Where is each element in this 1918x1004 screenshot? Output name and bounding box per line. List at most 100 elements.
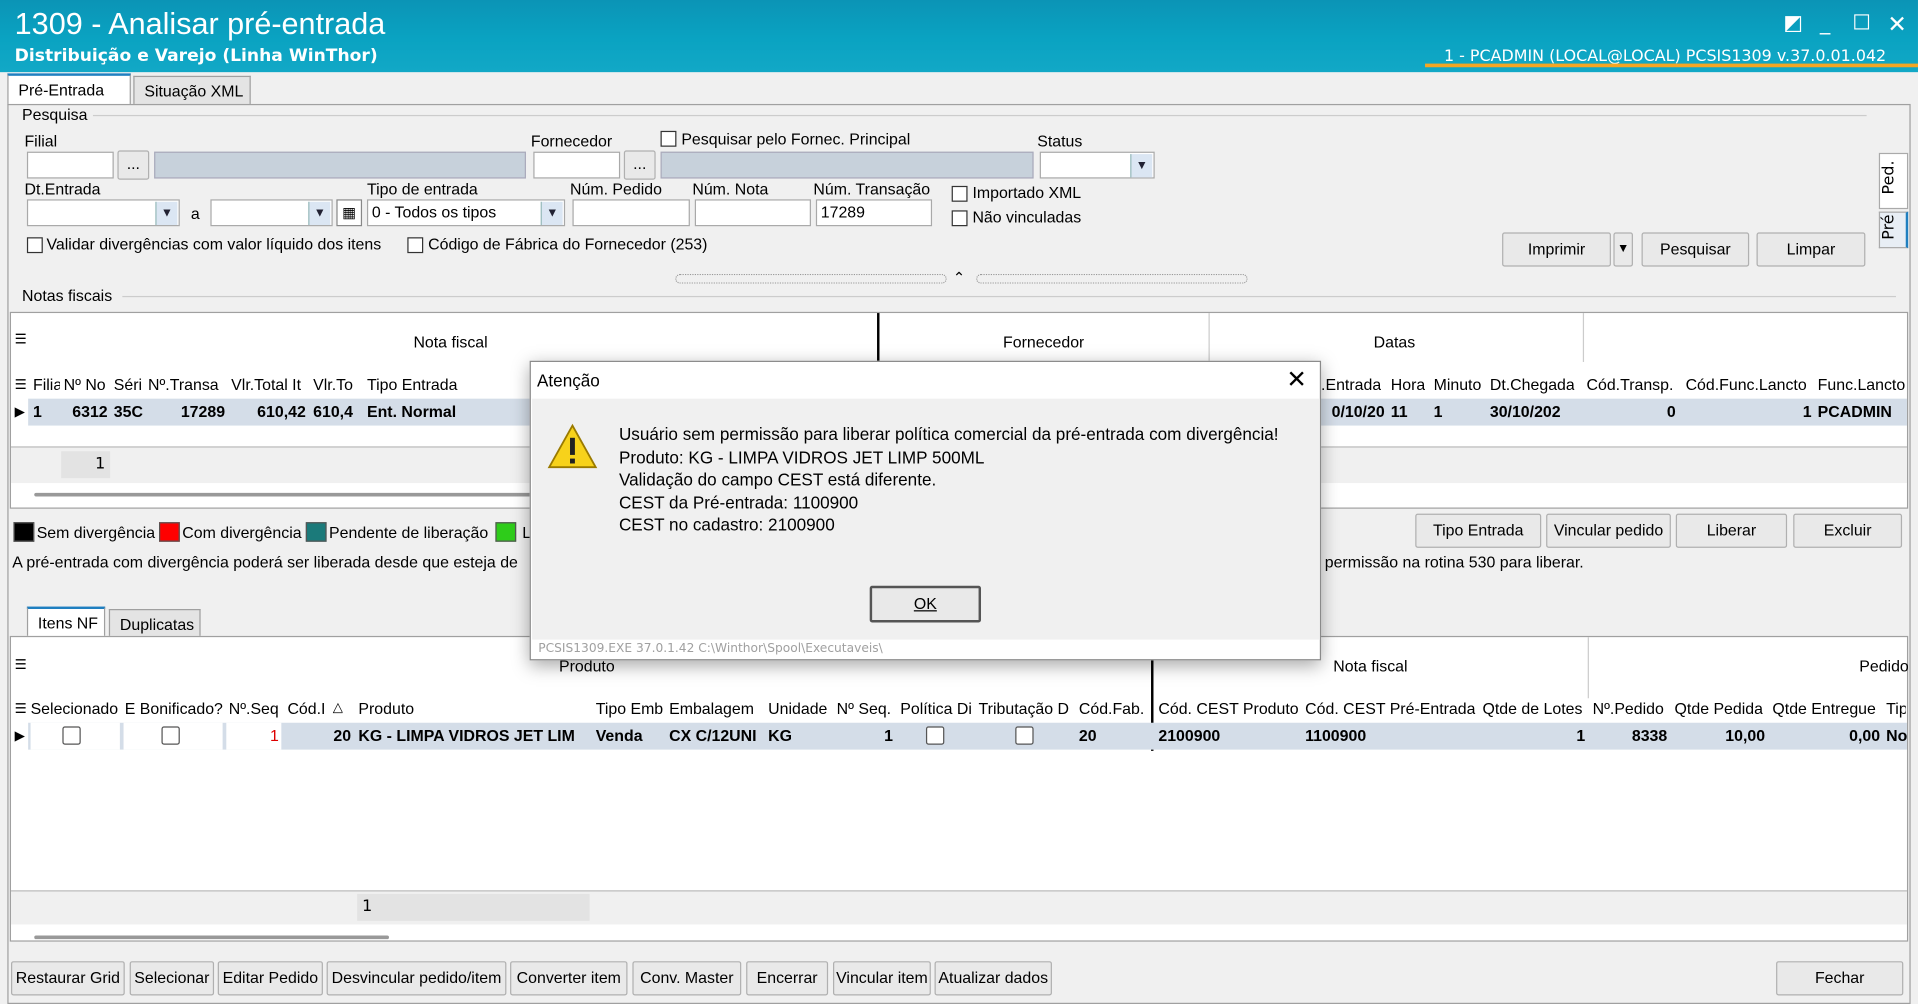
politica-checkbox[interactable] — [925, 726, 945, 745]
fornecedor-lookup-button[interactable]: ... — [623, 150, 656, 180]
col-header[interactable]: Unidade — [768, 699, 827, 717]
restore-layout-icon[interactable]: ◩ — [1780, 11, 1807, 35]
dialog-close-icon[interactable]: ✕ — [1282, 364, 1311, 393]
col-header[interactable]: Cód.Func.Lancto — [1686, 375, 1807, 393]
num-pedido-input[interactable] — [572, 199, 690, 227]
collapse-up-icon[interactable]: ⌃ — [953, 269, 965, 286]
horizontal-scrollbar[interactable] — [34, 492, 536, 497]
tab-pre-entrada[interactable]: Pré-Entrada — [7, 73, 131, 106]
excluir-button[interactable]: Excluir — [1793, 513, 1903, 548]
col-header[interactable]: Nº.Seq — [229, 699, 279, 717]
minimize-icon[interactable]: _ — [1812, 11, 1839, 35]
col-header[interactable]: Produto — [358, 699, 414, 717]
col-header[interactable]: Dt.Chegada — [1490, 375, 1575, 393]
grid-options-icon[interactable]: ☰ — [15, 331, 27, 348]
pesquisar-button[interactable]: Pesquisar — [1641, 232, 1750, 267]
nao-vinculadas-checkbox[interactable] — [951, 210, 968, 227]
col-header[interactable]: Tributação D — [979, 699, 1072, 717]
filial-lookup-button[interactable]: ... — [117, 150, 150, 180]
col-header[interactable]: .Entrada — [1321, 375, 1381, 393]
col-header[interactable]: Tip — [1886, 699, 1906, 717]
col-header[interactable]: Nº.Transa — [148, 375, 226, 393]
converter-item-button[interactable]: Converter item — [510, 961, 628, 996]
tipo-entrada-select[interactable]: 0 - Todos os tipos ▼ — [366, 199, 566, 227]
col-header[interactable]: Cód.Transp. — [1586, 375, 1673, 393]
chevron-down-icon[interactable]: ▼ — [540, 201, 563, 226]
grid-options-icon[interactable]: ☰ — [15, 657, 27, 673]
status-select[interactable]: ▼ — [1039, 151, 1155, 179]
close-icon[interactable]: ✕ — [1884, 11, 1911, 38]
editar-pedido-button[interactable]: Editar Pedido — [217, 961, 323, 996]
dt-entrada-to[interactable]: ▼ — [210, 199, 333, 227]
cell: 0 — [1666, 402, 1676, 421]
validar-div-checkbox[interactable] — [26, 237, 43, 254]
splitter-left[interactable] — [675, 273, 947, 284]
fornec-principal-checkbox[interactable] — [660, 130, 677, 147]
cod-fabrica-checkbox[interactable] — [407, 237, 424, 254]
horizontal-scrollbar[interactable] — [34, 935, 389, 940]
col-header[interactable]: Nº Seq. — [837, 699, 891, 717]
col-header[interactable]: Vlr.To — [313, 375, 361, 393]
grid-options-icon[interactable]: ☰ — [15, 701, 27, 717]
col-header[interactable]: Cód. CEST Pré-Entrada — [1305, 699, 1475, 717]
col-header[interactable]: Cód.Fab. — [1079, 699, 1144, 717]
side-tab-pre[interactable]: Pré — [1878, 211, 1909, 249]
fechar-button[interactable]: Fechar — [1776, 961, 1904, 996]
tipo-entrada-button[interactable]: Tipo Entrada — [1415, 513, 1542, 548]
col-header[interactable]: Minuto — [1434, 375, 1482, 393]
desvincular-pedido-button[interactable]: Desvincular pedido/item — [326, 961, 507, 996]
col-header[interactable]: Política Di — [900, 699, 971, 717]
col-header[interactable]: Tipo Emb — [596, 699, 663, 717]
col-header[interactable]: E Bonificado? — [125, 699, 223, 717]
selecionado-checkbox[interactable] — [62, 726, 81, 745]
col-header[interactable]: Qtde Pedida — [1675, 699, 1763, 717]
num-nota-input[interactable] — [694, 199, 811, 227]
col-header[interactable]: Filia — [33, 375, 60, 393]
col-header[interactable]: Nº.Pedido — [1593, 699, 1664, 717]
side-tab-ped[interactable]: Ped. — [1878, 152, 1909, 210]
ok-button[interactable]: OK — [869, 585, 982, 623]
chevron-down-icon[interactable]: ▼ — [308, 201, 331, 226]
chevron-down-icon[interactable]: ▼ — [1130, 154, 1153, 178]
liberar-button[interactable]: Liberar — [1675, 513, 1788, 548]
num-transacao-input[interactable]: 17289 — [815, 199, 933, 227]
col-header[interactable]: Selecionado — [31, 699, 119, 717]
limpar-button[interactable]: Limpar — [1756, 232, 1866, 267]
group-separator — [877, 313, 880, 362]
encerrar-button[interactable]: Encerrar — [746, 961, 829, 996]
col-header[interactable]: Hora — [1391, 375, 1425, 393]
bonificado-checkbox[interactable] — [161, 726, 180, 745]
tab-itens-nf[interactable]: Itens NF — [26, 606, 106, 636]
col-header[interactable]: Qtde Entregue — [1772, 699, 1875, 717]
grid-options-icon[interactable]: ☰ — [15, 377, 27, 393]
col-header[interactable]: Embalagem — [669, 699, 754, 717]
atualizar-dados-button[interactable]: Atualizar dados — [934, 961, 1052, 996]
tab-situacao-xml[interactable]: Situação XML — [133, 75, 251, 106]
importado-xml-checkbox[interactable] — [951, 185, 968, 202]
selecionar-button[interactable]: Selecionar — [129, 961, 215, 996]
vincular-pedido-button[interactable]: Vincular pedido — [1546, 513, 1671, 548]
imprimir-dropdown-icon[interactable]: ▼ — [1613, 232, 1633, 267]
maximize-icon[interactable]: ☐ — [1848, 11, 1875, 35]
splitter-right[interactable] — [976, 273, 1248, 284]
restaurar-grid-button[interactable]: Restaurar Grid — [11, 961, 125, 996]
col-header[interactable]: Séri — [114, 375, 143, 393]
chevron-down-icon[interactable]: ▼ — [155, 201, 178, 226]
col-header[interactable]: Tipo Entrada — [367, 375, 526, 393]
fornecedor-input[interactable] — [533, 151, 621, 179]
filial-input[interactable] — [26, 151, 114, 179]
col-header[interactable]: Nº No — [64, 375, 109, 393]
col-header[interactable]: Qtde de Lotes — [1483, 699, 1583, 717]
col-header[interactable]: Cód.I — [287, 699, 325, 717]
imprimir-button[interactable]: Imprimir — [1502, 232, 1611, 267]
tributacao-checkbox[interactable] — [1015, 726, 1034, 745]
col-header[interactable]: Vlr.Total It — [231, 375, 308, 393]
sort-asc-icon[interactable]: △ — [333, 699, 343, 716]
calendar-icon[interactable]: ▦ — [336, 199, 363, 227]
col-header[interactable]: Func.Lancto — [1818, 375, 1906, 393]
dt-entrada-from[interactable]: ▼ — [26, 199, 180, 227]
vincular-item-button[interactable]: Vincular item — [832, 961, 931, 996]
col-header[interactable]: Cód. CEST Produto — [1158, 699, 1298, 717]
conv-master-button[interactable]: Conv. Master — [632, 961, 742, 996]
tab-duplicatas[interactable]: Duplicatas — [108, 609, 201, 636]
